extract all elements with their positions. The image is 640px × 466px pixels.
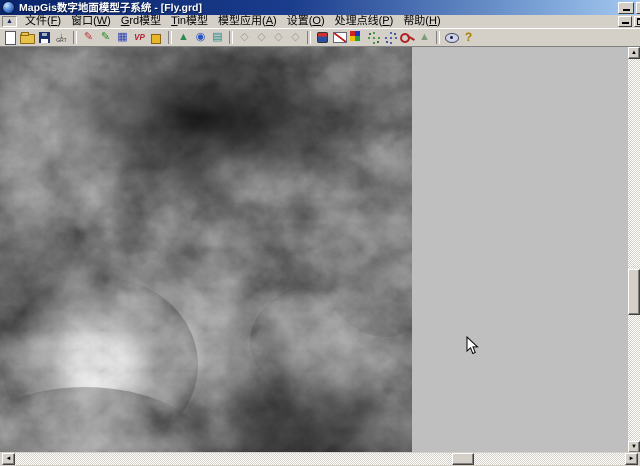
- grid-model-icon: ▦: [117, 32, 127, 43]
- vertical-scroll-track[interactable]: [628, 59, 640, 441]
- globe-view-icon[interactable]: ◉: [192, 30, 209, 46]
- hillshade-icon: ▲: [419, 32, 430, 43]
- eye-icon: [445, 33, 459, 43]
- key-icon: [400, 33, 410, 43]
- key-icon[interactable]: [399, 30, 416, 46]
- red-pen-icon: ✎: [84, 32, 93, 43]
- palette-icon: [350, 31, 355, 36]
- scatter-green-icon: [373, 37, 375, 39]
- scroll-up-button[interactable]: ▲: [628, 47, 640, 59]
- red-pen-icon[interactable]: ✎: [80, 30, 97, 46]
- rotate-view-4-icon: ◇: [287, 30, 304, 46]
- dem-terrain-image: [0, 47, 412, 452]
- mdi-window-controls: ×: [618, 16, 640, 27]
- scatter-green-icon[interactable]: [365, 30, 382, 46]
- mdi-client-area: ▲ ▼ ◄ ►: [0, 46, 640, 466]
- green-pen-icon: ✎: [101, 32, 110, 43]
- rotate-view-4-icon: ◇: [291, 32, 299, 43]
- window-controls: ×: [618, 2, 640, 14]
- toolbar-separator: [168, 31, 172, 44]
- rotate-view-1-icon: ◇: [236, 30, 253, 46]
- profile-chart-icon: [333, 32, 347, 43]
- rotate-view-1-icon: ◇: [240, 32, 248, 43]
- vp-view-icon[interactable]: VP: [131, 30, 148, 46]
- mdi-minimize-button[interactable]: [618, 16, 632, 27]
- horizontal-scroll-track[interactable]: [15, 453, 625, 465]
- open-file-icon[interactable]: [19, 30, 36, 46]
- menu-model-apply[interactable]: 模型应用(A): [213, 15, 282, 28]
- rotate-view-3-icon: ◇: [274, 32, 282, 43]
- toolbar-separator: [436, 31, 440, 44]
- import-grt-icon[interactable]: ↓GRT: [53, 30, 70, 46]
- scatter-blue-icon: [390, 37, 392, 39]
- layers-icon: [151, 34, 161, 44]
- rotate-view-3-icon: ◇: [270, 30, 287, 46]
- toolbar-separator: [73, 31, 77, 44]
- menu-window[interactable]: 窗口(W): [66, 15, 116, 28]
- new-file-icon: [5, 31, 16, 45]
- grid-model-icon[interactable]: ▦: [114, 30, 131, 46]
- mdi-child-icon[interactable]: ▲: [2, 16, 17, 27]
- vertical-scroll-thumb[interactable]: [628, 269, 640, 315]
- ink-bottle-icon[interactable]: [314, 30, 331, 46]
- toolbar-separator: [229, 31, 233, 44]
- profile-chart-icon[interactable]: [331, 30, 348, 46]
- menu-process-points[interactable]: 处理点线(P): [330, 15, 399, 28]
- minimize-icon: [623, 9, 630, 11]
- mdi-minimize-icon: [622, 22, 629, 24]
- dem-raster-view[interactable]: [0, 47, 412, 452]
- save-file-icon: [39, 32, 50, 43]
- save-file-icon[interactable]: [36, 30, 53, 46]
- rotate-view-2-icon: ◇: [257, 32, 265, 43]
- palette-icon[interactable]: [348, 30, 365, 46]
- menu-tin-model[interactable]: Tin模型: [166, 15, 213, 28]
- app-logo-icon: [2, 1, 15, 14]
- green-pen-icon[interactable]: ✎: [97, 30, 114, 46]
- app-window: MapGis数字地面模型子系统 - [Fly.grd] × ▲ 文件(F)窗口(…: [0, 0, 640, 466]
- map-sheet-icon[interactable]: ▤: [209, 30, 226, 46]
- vp-view-icon: VP: [134, 32, 145, 43]
- menu-file[interactable]: 文件(F): [20, 15, 66, 28]
- window-title: MapGis数字地面模型子系统 - [Fly.grd]: [19, 0, 202, 15]
- terrain-model-icon[interactable]: ▲: [175, 30, 192, 46]
- scroll-right-button[interactable]: ►: [625, 453, 638, 465]
- maximize-button[interactable]: [636, 2, 640, 14]
- eye-icon[interactable]: [443, 30, 460, 46]
- scatter-blue-icon[interactable]: [382, 30, 399, 46]
- menu-items: 文件(F)窗口(W)Grd模型Tin模型模型应用(A)设置(O)处理点线(P)帮…: [20, 15, 446, 28]
- vertical-scrollbar: ▲ ▼: [628, 47, 640, 453]
- menu-help[interactable]: 帮助(H): [398, 15, 445, 28]
- help-icon: ?: [465, 32, 472, 43]
- horizontal-scroll-thumb[interactable]: [452, 453, 474, 465]
- open-file-icon: [20, 34, 35, 44]
- layers-icon[interactable]: [148, 30, 165, 46]
- horizontal-scrollbar: ◄ ►: [0, 452, 640, 466]
- menu-settings[interactable]: 设置(O): [282, 15, 330, 28]
- globe-view-icon: ◉: [196, 32, 206, 43]
- menu-grd-model[interactable]: Grd模型: [116, 15, 166, 28]
- toolbar-separator: [307, 31, 311, 44]
- title-bar: MapGis数字地面模型子系统 - [Fly.grd] ×: [0, 0, 640, 15]
- import-grt-icon: ↓GRT: [56, 32, 66, 44]
- minimize-button[interactable]: [618, 2, 634, 14]
- map-sheet-icon: ▤: [212, 32, 222, 43]
- toolbar: ↓GRT ✎ ✎ ▦ VP ▲ ◉ ▤ ◇ ◇ ◇ ◇ ▲?: [0, 28, 640, 46]
- menu-bar: ▲ 文件(F)窗口(W)Grd模型Tin模型模型应用(A)设置(O)处理点线(P…: [0, 15, 640, 28]
- terrain-model-icon: ▲: [178, 32, 189, 43]
- rotate-view-2-icon: ◇: [253, 30, 270, 46]
- ink-bottle-icon: [317, 32, 328, 43]
- scroll-left-button[interactable]: ◄: [2, 453, 15, 465]
- hillshade-icon[interactable]: ▲: [416, 30, 433, 46]
- help-icon[interactable]: ?: [460, 30, 477, 46]
- new-file-icon[interactable]: [2, 30, 19, 46]
- mdi-restore-button[interactable]: [634, 16, 640, 27]
